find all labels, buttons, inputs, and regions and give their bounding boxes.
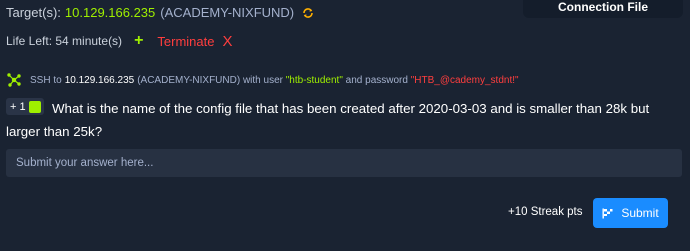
network-icon [6, 72, 22, 88]
submit-button[interactable]: Submit [593, 198, 668, 228]
points-value: + 1 [10, 100, 26, 113]
ssh-prefix: SSH to [30, 74, 62, 86]
streak-points: +10 Streak pts [508, 206, 583, 218]
question-text: What is the name of the config file that… [6, 101, 650, 139]
target-row: Target(s): 10.129.166.235 (ACADEMY-NIXFU… [6, 5, 314, 20]
points-badge: + 1 [6, 98, 44, 115]
life-left-text: Life Left: 54 minute(s) [6, 34, 123, 48]
cube-icon [28, 100, 41, 113]
ssh-and-password: and password [345, 74, 408, 86]
target-name: (ACADEMY-NIXFUND) [160, 5, 295, 20]
connection-file-button[interactable]: Connection File [523, 0, 683, 18]
ssh-user: "htb-student" [285, 74, 343, 86]
submit-label: Submit [621, 206, 659, 220]
target-ip: 10.129.166.235 [64, 5, 156, 20]
ssh-ip: 10.129.166.235 [64, 74, 135, 86]
answer-input[interactable] [6, 149, 682, 177]
flag-icon [602, 208, 613, 219]
extend-icon[interactable]: + [134, 33, 143, 49]
life-row: Life Left: 54 minute(s) + Terminate X [6, 33, 233, 49]
ssh-info: SSH to 10.129.166.235 (ACADEMY-NIXFUND) … [6, 72, 519, 88]
ssh-password: "HTB_@cademy_stdnt!" [410, 74, 519, 86]
ssh-middle: (ACADEMY-NIXFUND) with user [137, 74, 283, 86]
terminate-button[interactable]: Terminate [157, 34, 214, 49]
refresh-icon[interactable] [302, 7, 314, 19]
close-icon[interactable]: X [222, 34, 232, 49]
exercise-panel: Target(s): 10.129.166.235 (ACADEMY-NIXFU… [0, 0, 690, 251]
target-label: Target(s): [6, 5, 61, 20]
